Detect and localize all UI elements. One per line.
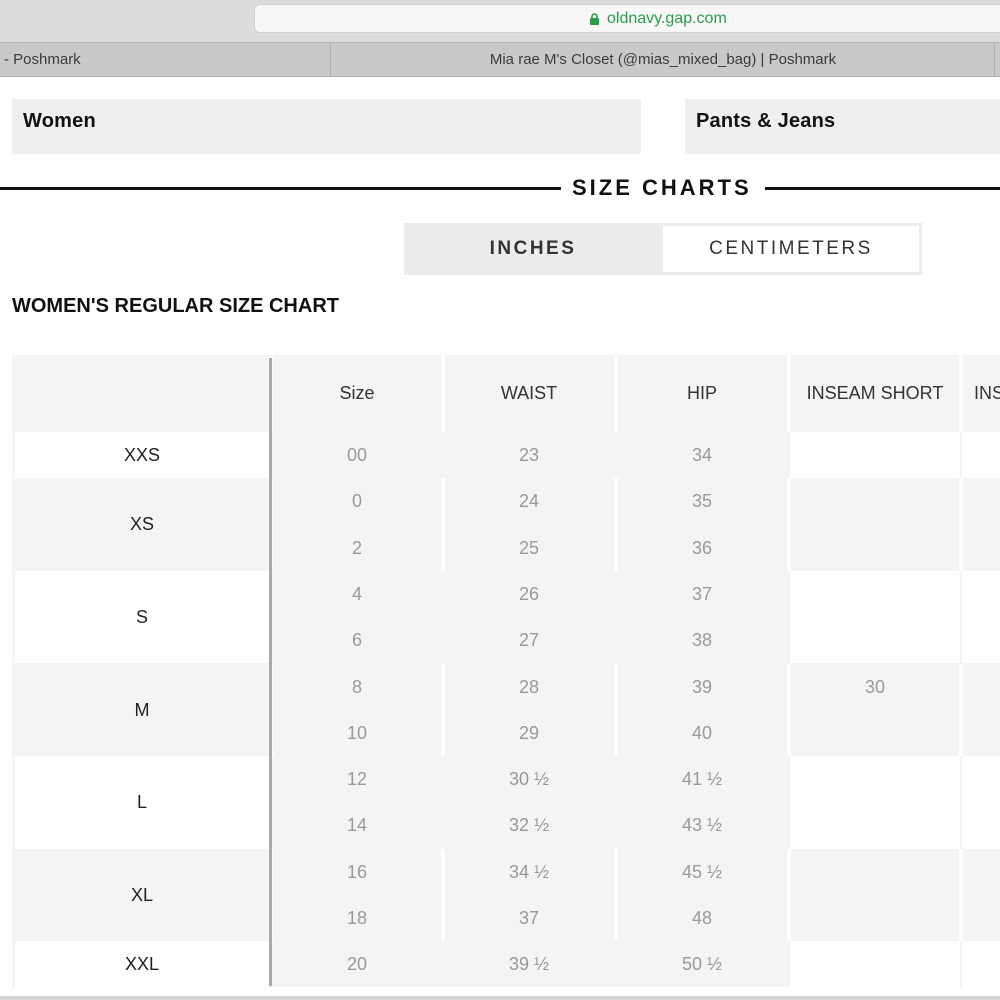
tab-label: - Poshmark xyxy=(4,51,81,68)
table-cell-waist: 23 xyxy=(518,445,540,465)
table-cell-waist: 37 xyxy=(518,908,540,928)
tab-closet[interactable]: Mia rae M's Closet (@mias_mixed_bag) | P… xyxy=(332,43,994,77)
table-cell-waist: 34 ½ xyxy=(508,861,550,882)
browser-toolbar: oldnavy.gap.com xyxy=(0,0,1000,42)
row-band xyxy=(790,432,960,479)
size-chart-table: Size WAIST HIP INSEAM SHORT INS XXS 00 23 34 XS 0 2… xyxy=(12,355,1000,988)
address-bar[interactable]: oldnavy.gap.com xyxy=(254,4,1000,33)
unit-centimeters-button[interactable]: CENTIMETERS xyxy=(663,226,919,272)
unit-toggle: INCHES CENTIMETERS xyxy=(404,223,922,275)
row-band xyxy=(962,941,1000,988)
table-cell-size: 14 xyxy=(346,815,368,836)
table-cell-hip: 48 xyxy=(691,908,713,928)
column-separator xyxy=(959,355,963,432)
table-cell-hip: 36 xyxy=(691,537,713,558)
heading-rule-left xyxy=(0,187,561,190)
chart-title: WOMEN'S REGULAR SIZE CHART xyxy=(12,295,339,317)
row-band xyxy=(790,941,960,988)
size-group-label: S xyxy=(135,606,148,627)
table-cell-size: 10 xyxy=(346,722,368,743)
table-cell-hip: 34 xyxy=(691,445,713,465)
product-selector[interactable]: Pants & Jeans xyxy=(685,99,1000,154)
table-cell-hip: 41 ½ xyxy=(681,769,723,790)
table-cell-hip: 43 ½ xyxy=(681,815,723,836)
row-band xyxy=(790,570,960,664)
row-band xyxy=(962,432,1000,479)
column-separator xyxy=(787,355,791,432)
page-bottom-border xyxy=(0,996,1000,1000)
column-header: Size xyxy=(339,383,375,403)
row-band xyxy=(962,756,1000,849)
row-band xyxy=(790,756,960,849)
table-cell-hip: 40 xyxy=(691,722,713,743)
table-cell-size: 4 xyxy=(351,583,362,604)
table-cell-waist: 29 xyxy=(518,722,540,743)
table-cell-waist: 26 xyxy=(518,583,540,604)
table-cell-hip: 38 xyxy=(691,630,713,651)
table-cell-waist: 30 ½ xyxy=(508,769,550,790)
table-cell-size: 2 xyxy=(351,537,362,558)
table-cell-hip: 37 xyxy=(691,583,713,604)
table-cell-inseam-short: 30 xyxy=(864,676,886,697)
size-charts-heading: SIZE CHARTS xyxy=(572,175,752,200)
column-header: INSEAM SHORT xyxy=(806,383,944,403)
column-separator xyxy=(787,478,791,571)
column-separator xyxy=(959,848,963,942)
table-cell-waist: 25 xyxy=(518,537,540,558)
table-cell-size: 20 xyxy=(346,954,368,975)
table-cell-hip: 35 xyxy=(691,491,713,512)
column-header: HIP xyxy=(686,383,717,403)
table-cell-waist: 39 ½ xyxy=(508,954,550,975)
table-cell-waist: 28 xyxy=(518,676,540,697)
tab-poshmark[interactable]: - Poshmark xyxy=(0,43,331,77)
table-cell-size: 00 xyxy=(346,445,368,465)
column-separator xyxy=(959,478,963,571)
unit-inches-button[interactable]: INCHES xyxy=(404,223,662,275)
department-selector[interactable]: Women xyxy=(12,99,641,154)
size-group-label: XXS xyxy=(123,445,161,465)
column-separator xyxy=(787,848,791,942)
size-group-label: XL xyxy=(130,884,154,905)
heading-rule-right xyxy=(765,187,1000,190)
size-group-label: M xyxy=(134,699,150,720)
size-group-label: XS xyxy=(129,514,154,535)
tab-divider xyxy=(994,43,995,77)
product-label: Pants & Jeans xyxy=(696,110,836,132)
table-cell-size: 6 xyxy=(351,630,362,651)
table-cell-size: 0 xyxy=(351,491,362,512)
table-cell-waist: 27 xyxy=(518,630,540,651)
table-cell-size: 16 xyxy=(346,861,368,882)
table-cell-hip: 39 xyxy=(691,676,713,697)
table-cell-waist: 32 ½ xyxy=(508,815,550,836)
table-cell-size: 8 xyxy=(351,676,362,697)
tab-bar: - Poshmark Mia rae M's Closet (@mias_mix… xyxy=(0,42,1000,77)
table-cell-size: 18 xyxy=(346,908,368,928)
column-header: WAIST xyxy=(500,383,558,403)
table-cell-hip: 45 ½ xyxy=(681,861,723,882)
tab-label: Mia rae M's Closet (@mias_mixed_bag) | P… xyxy=(489,51,837,68)
size-group-label: XXL xyxy=(124,954,160,975)
department-label: Women xyxy=(23,110,96,132)
table-cell-hip: 50 ½ xyxy=(681,954,723,975)
table-divider xyxy=(269,358,272,986)
column-separator xyxy=(441,355,445,432)
table-cell-size: 12 xyxy=(346,769,368,790)
table-cell-waist: 24 xyxy=(518,491,540,512)
column-separator xyxy=(614,355,618,432)
size-group-label: L xyxy=(136,792,147,813)
column-header: INS xyxy=(974,383,1000,403)
row-band xyxy=(962,570,1000,664)
url-text: oldnavy.gap.com xyxy=(607,10,727,27)
